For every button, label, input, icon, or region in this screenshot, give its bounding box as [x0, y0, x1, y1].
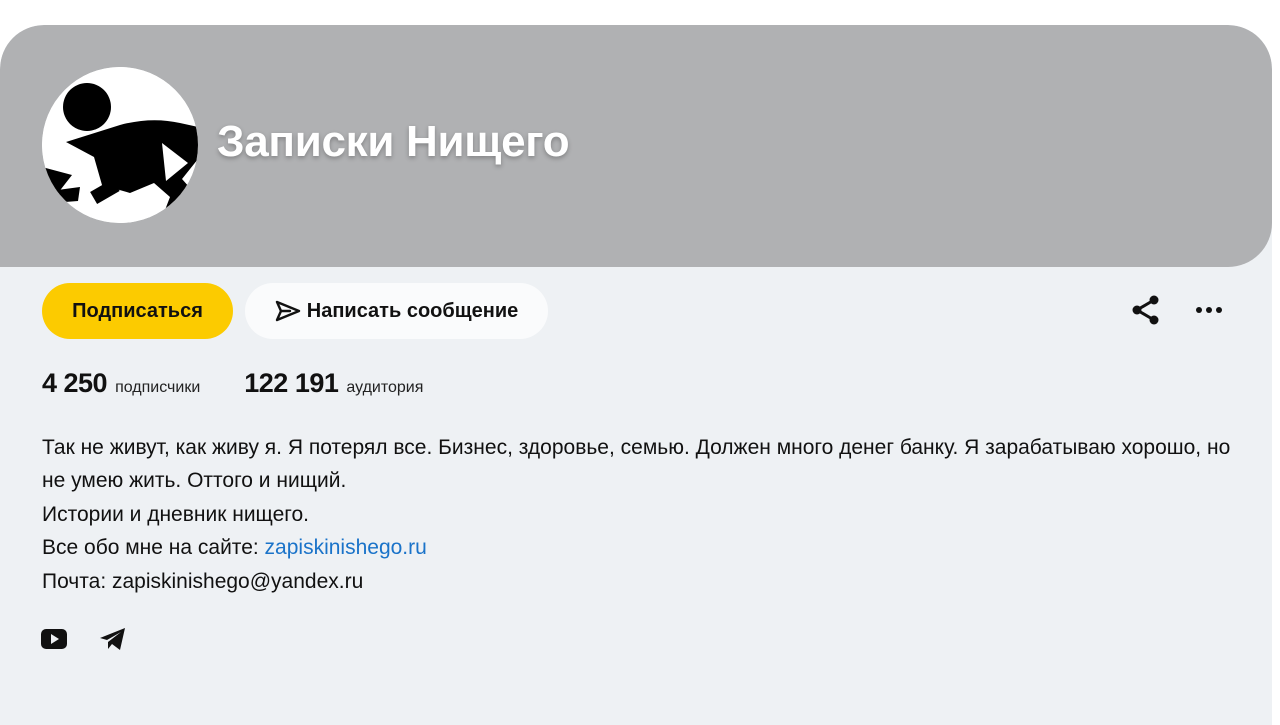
person-bending-icon	[42, 67, 198, 223]
channel-banner: Записки Нищего	[0, 25, 1272, 267]
write-message-label: Написать сообщение	[306, 299, 519, 322]
channel-description: Так не живут, как живу я. Я потерял все.…	[42, 431, 1232, 598]
subscribers-label: подписчики	[115, 379, 201, 396]
youtube-icon	[41, 629, 67, 649]
description-line: Почта: zapiskinishego@yandex.ru	[42, 569, 364, 593]
description-line: Истории и дневник нищего.	[42, 502, 309, 526]
channel-stats: 4 250 подписчики 122 191 аудитория	[42, 368, 423, 399]
telegram-icon	[100, 628, 125, 650]
more-button[interactable]	[1189, 290, 1229, 330]
share-icon	[1132, 295, 1159, 325]
audience-count: 122 191	[244, 368, 339, 398]
more-icon	[1196, 307, 1222, 313]
description-line: Все обо мне на сайте: zapiskinishego.ru	[42, 531, 1232, 564]
website-prefix: Все обо мне на сайте:	[42, 536, 265, 560]
channel-title: Записки Нищего	[217, 117, 570, 166]
telegram-link[interactable]	[99, 625, 127, 653]
youtube-link[interactable]	[40, 625, 68, 653]
write-message-button[interactable]: Написать сообщение	[245, 283, 548, 339]
subscribe-button[interactable]: Подписаться	[42, 283, 233, 339]
share-button[interactable]	[1126, 290, 1166, 330]
audience-label: аудитория	[346, 379, 424, 396]
channel-avatar[interactable]	[42, 67, 198, 223]
send-icon	[275, 300, 300, 322]
description-line: Так не живут, как живу я. Я потерял все.…	[42, 436, 1231, 493]
subscribers-count: 4 250	[42, 368, 108, 398]
website-link[interactable]: zapiskinishego.ru	[265, 536, 427, 559]
